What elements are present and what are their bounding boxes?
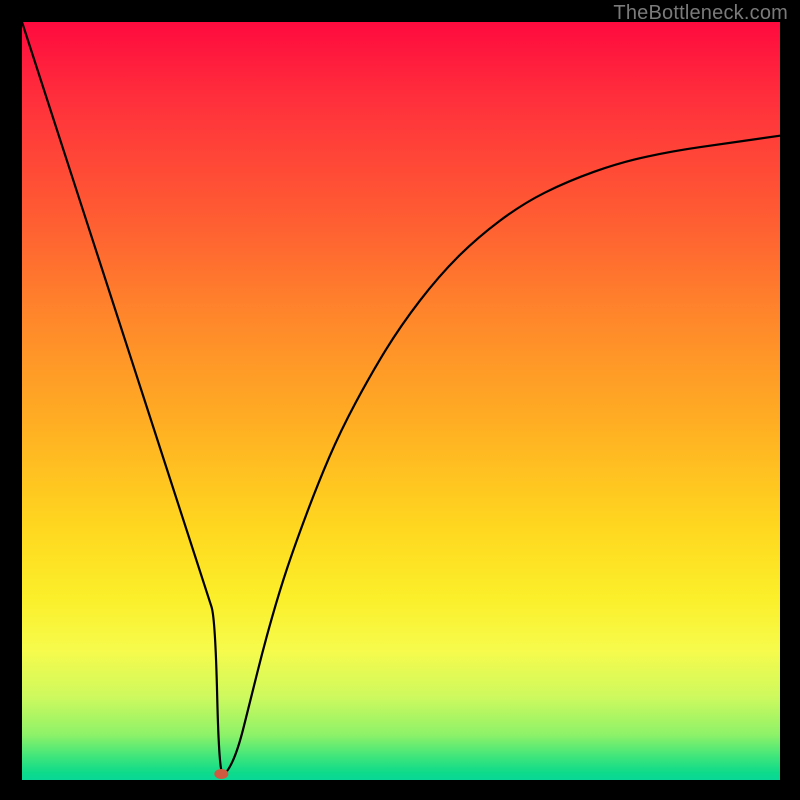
min-point-marker [214, 769, 228, 779]
bottleneck-curve [22, 22, 780, 774]
chart-overlay [22, 22, 780, 780]
chart-frame: TheBottleneck.com [0, 0, 800, 800]
watermark-text: TheBottleneck.com [613, 2, 788, 25]
curve-group [22, 22, 780, 779]
